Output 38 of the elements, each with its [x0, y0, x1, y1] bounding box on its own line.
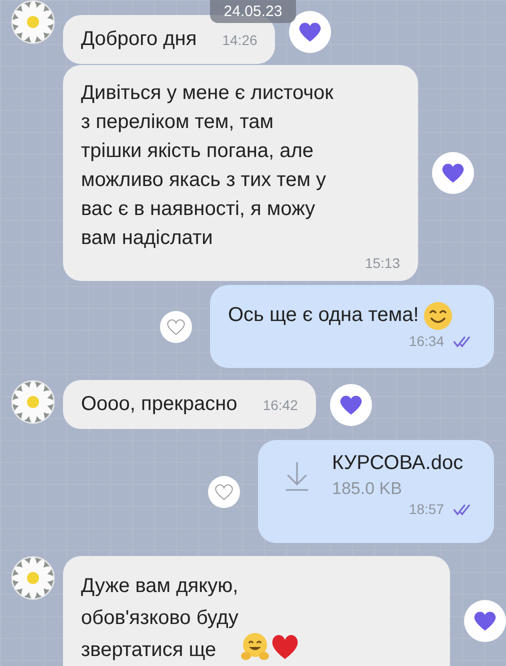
- message-time: 15:13: [364, 255, 400, 271]
- heart-icon: [270, 632, 300, 662]
- file-size: 185.0 KB: [332, 479, 403, 499]
- like-button[interactable]: [330, 384, 372, 426]
- heart-icon: [298, 21, 322, 43]
- message-text: Дуже вам дякую, обов'язково буду звертатися ще: [81, 574, 238, 663]
- heart-icon: [473, 610, 497, 632]
- like-button[interactable]: [432, 152, 474, 194]
- avatar-icon[interactable]: [11, 0, 55, 44]
- download-icon[interactable]: [284, 460, 310, 492]
- like-button[interactable]: [160, 310, 192, 342]
- heart-icon: [166, 318, 186, 336]
- message-text: Дивіться у мене є листочок з переліком тем, там трішки якість погана, але можливо якась з тих тем у вас є в наявності, я можу вам надіслати: [81, 81, 334, 251]
- heart-icon: [441, 162, 465, 184]
- smiling-face-icon: [422, 301, 453, 331]
- message-text: Оооо, прекрасно: [81, 392, 238, 417]
- message-text: Доброго дня: [81, 27, 197, 52]
- message-bubble[interactable]: Доброго дня 14:26: [63, 15, 276, 64]
- file-name: КУРСОВА.doc: [332, 452, 464, 475]
- message-bubble[interactable]: Дивіться у мене є листочок з переліком тем, там трішки якість погана, але можливо якась з тих тем у вас є в наявності, я можу вам надіслати 15:13: [63, 65, 418, 281]
- like-button[interactable]: [208, 476, 240, 508]
- message-bubble[interactable]: Ось ще є одна тема! 16:34: [210, 285, 494, 368]
- date-badge: 24.05.23: [210, 0, 296, 23]
- message-time: 14:26: [222, 32, 258, 48]
- message-time: 18:57: [408, 501, 444, 517]
- message-text: Ось ще є одна тема!: [228, 303, 419, 328]
- hugging-face-icon: [240, 632, 270, 662]
- message-time: 16:42: [262, 397, 298, 413]
- avatar-icon[interactable]: [11, 556, 55, 600]
- heart-icon: [214, 482, 234, 500]
- message-bubble[interactable]: КУРСОВА.doc 185.0 KB 18:57: [258, 440, 494, 543]
- like-button[interactable]: [464, 600, 506, 642]
- heart-icon: [338, 394, 363, 416]
- message-bubble[interactable]: Дуже вам дякую, обов'язково буду звертатися ще: [63, 556, 450, 666]
- message-time: 16:34: [408, 333, 444, 349]
- message-bubble[interactable]: Оооо, прекрасно 16:42: [63, 380, 316, 429]
- avatar-icon[interactable]: [11, 380, 55, 424]
- like-button[interactable]: [289, 11, 332, 53]
